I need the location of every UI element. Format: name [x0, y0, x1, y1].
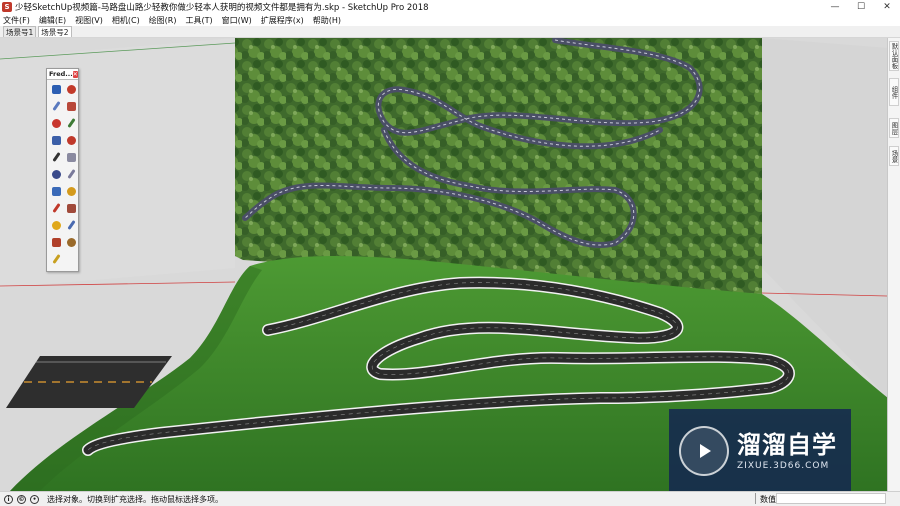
slash-tool-button[interactable]: [49, 201, 63, 215]
line-tool-icon: [66, 135, 76, 145]
menu-window[interactable]: 窗口(W): [222, 15, 252, 26]
measurements-label: 数值: [760, 495, 776, 504]
swirl-tool-icon: [66, 169, 76, 179]
ground-plane: [0, 38, 235, 288]
sprout-tool-icon: [51, 254, 61, 264]
jar-tool-icon: [66, 237, 76, 247]
knot-tool-button[interactable]: [49, 235, 63, 249]
menu-tools[interactable]: 工具(T): [186, 15, 213, 26]
info-icon[interactable]: i: [4, 494, 13, 504]
measure-divider: [755, 493, 758, 504]
grid-tool-icon: [66, 203, 76, 213]
wave-tool-icon: [51, 84, 61, 94]
jar-tool-button[interactable]: [64, 235, 78, 249]
palette-header[interactable]: Fred... ✕: [47, 69, 78, 80]
tree-tool-button[interactable]: [64, 116, 78, 130]
palette-tools: [47, 80, 78, 269]
menu-draw[interactable]: 绘图(R): [149, 15, 177, 26]
title-bar: S 少轻SketchUp视频篇-马路盘山路少轻教你做少轻本人获明的视频文件都是拥…: [0, 0, 900, 14]
minimize-button[interactable]: —: [822, 0, 848, 14]
tab-scene-1[interactable]: 场景号1: [3, 26, 37, 37]
copyright-icon[interactable]: ©: [17, 494, 26, 504]
menu-help[interactable]: 帮助(H): [313, 15, 341, 26]
menu-view[interactable]: 视图(V): [75, 15, 103, 26]
prism-tool-button[interactable]: [64, 99, 78, 113]
window-title: 少轻SketchUp视频篇-马路盘山路少轻教你做少轻本人获明的视频文件都是拥有为…: [15, 3, 429, 13]
wave-tool-button[interactable]: [49, 82, 63, 96]
palette-title: Fred...: [49, 70, 73, 78]
arrow-tool-icon: [51, 186, 61, 196]
bars-tool-button[interactable]: [49, 167, 63, 181]
sprout-tool-button[interactable]: [49, 252, 63, 266]
tab-default-tray[interactable]: 默认面板: [889, 41, 899, 71]
arrow-tool-button[interactable]: [49, 184, 63, 198]
bolt-tool-button[interactable]: [49, 218, 63, 232]
prism-tool-icon: [66, 101, 76, 111]
play-button-icon: [679, 426, 729, 476]
site-watermark: 溜溜自学 ZIXUE.3D66.COM: [669, 409, 851, 493]
bars-tool-icon: [51, 169, 61, 179]
palette-close-button[interactable]: ✕: [72, 70, 78, 78]
watermark-text: 溜溜自学 ZIXUE.3D66.COM: [737, 431, 837, 471]
slash-tool-icon: [51, 203, 61, 213]
split-tool-button[interactable]: [49, 133, 63, 147]
window-controls: — ☐ ✕: [822, 0, 900, 14]
split-tool-icon: [51, 135, 61, 145]
fold-tool-button[interactable]: [64, 150, 78, 164]
cube-tool-icon: [51, 101, 61, 111]
close-button[interactable]: ✕: [874, 0, 900, 14]
status-bar: i © • 选择对象。切换到扩充选择。拖动鼠标选择多项。 数值: [0, 491, 900, 506]
swirl-tool-button[interactable]: [64, 167, 78, 181]
plugin-toolbar: Fred... ✕: [46, 68, 79, 272]
pen-tool-button[interactable]: [49, 150, 63, 164]
cone-tool-icon: [66, 84, 76, 94]
menu-camera[interactable]: 相机(C): [112, 15, 140, 26]
grid-tool-button[interactable]: [64, 201, 78, 215]
star-tool-icon: [66, 186, 76, 196]
bolt-tool-icon: [51, 220, 61, 230]
tab-layers[interactable]: 图层: [889, 118, 899, 138]
tab-scenes[interactable]: 场景: [889, 146, 899, 166]
scene-tabs: 场景号1 场景号2: [0, 26, 900, 38]
status-hint: 选择对象。切换到扩充选择。拖动鼠标选择多项。: [47, 494, 223, 504]
knot-tool-icon: [51, 237, 61, 247]
box-red-tool-icon: [51, 118, 61, 128]
cone-tool-button[interactable]: [64, 82, 78, 96]
menu-edit[interactable]: 编辑(E): [39, 15, 66, 26]
tab-scene-2[interactable]: 场景号2: [38, 26, 72, 37]
maximize-button[interactable]: ☐: [848, 0, 874, 14]
box-red-tool-button[interactable]: [49, 116, 63, 130]
watermark-site: ZIXUE.3D66.COM: [737, 461, 830, 471]
tree-tool-icon: [66, 118, 76, 128]
cube-tool-button[interactable]: [49, 99, 63, 113]
sketchup-logo-icon: S: [2, 2, 12, 12]
star-tool-button[interactable]: [64, 184, 78, 198]
aerial-backdrop: [235, 38, 762, 294]
right-dock: 默认面板 组件 图层 场景: [888, 38, 900, 491]
line-tool-button[interactable]: [64, 133, 78, 147]
wand-tool-button[interactable]: [64, 218, 78, 232]
menu-file[interactable]: 文件(F): [3, 15, 30, 26]
menu-extensions[interactable]: 扩展程序(x): [261, 15, 304, 26]
wand-tool-icon: [66, 220, 76, 230]
pen-tool-icon: [51, 152, 61, 162]
watermark-brand: 溜溜自学: [737, 431, 837, 459]
tab-components[interactable]: 组件: [889, 78, 899, 106]
user-icon[interactable]: •: [30, 494, 39, 504]
fold-tool-icon: [66, 152, 76, 162]
menu-bar: 文件(F) 编辑(E) 视图(V) 相机(C) 绘图(R) 工具(T) 窗口(W…: [0, 14, 900, 26]
measurements-input[interactable]: [776, 493, 886, 504]
